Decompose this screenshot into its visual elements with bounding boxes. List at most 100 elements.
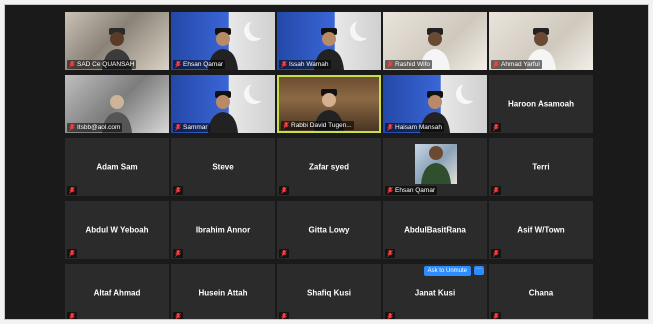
participant-tile[interactable]: Husein Attah [171, 264, 275, 319]
zoom-gallery-view: SAD Ce QUANSAH Ehsan Qamar Issah Wamah Rash… [4, 4, 649, 320]
participant-name-label: Haisam Mansah [395, 124, 442, 131]
muted-mic-icon [281, 313, 287, 319]
participant-name-label: Itsbb@aol.com [77, 124, 121, 131]
participant-name-center: Abdul W Yeboah [85, 225, 149, 235]
name-tag: Sammar [173, 123, 210, 132]
muted-mic-icon [281, 250, 287, 257]
participant-tile[interactable]: Rabbi David Tugen... [277, 75, 381, 133]
participant-name-label: Issah Wamah [289, 61, 329, 68]
crescent-moon-graphic [355, 18, 375, 38]
muted-mic-icon [493, 61, 499, 68]
muted-mic-icon [387, 250, 393, 257]
muted-mic-icon [281, 187, 287, 194]
participant-name-center: Steve [212, 162, 234, 172]
name-tag [491, 312, 501, 319]
participant-name-label: Sammar [183, 124, 208, 131]
muted-mic-icon [175, 313, 181, 319]
muted-mic-icon [175, 187, 181, 194]
participant-tile[interactable]: Zafar syed [277, 138, 381, 196]
muted-mic-icon [69, 61, 75, 68]
participant-tile[interactable]: SAD Ce QUANSAH [65, 12, 169, 70]
muted-mic-icon [387, 124, 393, 131]
participant-tile[interactable]: Altaf Ahmad [65, 264, 169, 319]
participant-tile[interactable]: Ahmad Yarful [489, 12, 593, 70]
name-tag: Rashid Wifo [385, 60, 433, 69]
participant-name-center: Chana [528, 288, 554, 298]
crescent-moon-graphic [461, 81, 481, 101]
participant-video-person [421, 146, 451, 184]
muted-mic-icon [387, 313, 393, 319]
participant-tile[interactable]: Rashid Wifo [383, 12, 487, 70]
name-tag: Rabbi David Tugen... [281, 121, 354, 130]
participant-tile[interactable]: Terri [489, 138, 593, 196]
participant-tile[interactable]: Chana [489, 264, 593, 319]
muted-mic-icon [69, 124, 75, 131]
name-tag [385, 312, 395, 319]
ask-to-unmute-button[interactable]: Ask to Unmute [423, 266, 471, 276]
participant-tile[interactable]: Sammar [171, 75, 275, 133]
muted-mic-icon [69, 250, 75, 257]
participant-name-center: Adam Sam [96, 162, 138, 172]
participant-name-label: Ehsan Qamar [183, 61, 224, 68]
participant-name-center: Haroon Asamoah [508, 99, 574, 109]
name-tag [491, 186, 501, 195]
participant-tile[interactable]: Adam Sam [65, 138, 169, 196]
muted-mic-icon [69, 187, 75, 194]
participant-tile[interactable]: Gitta Lowy [277, 201, 381, 259]
participant-name-center: Ibrahim Annor [195, 225, 251, 235]
participant-tile[interactable]: Ehsan Qamar [171, 12, 275, 70]
muted-mic-icon [493, 187, 499, 194]
participant-tile[interactable]: Shafiq Kusi [277, 264, 381, 319]
participant-tile[interactable]: Ibrahim Annor [171, 201, 275, 259]
participant-tile[interactable]: Haisam Mansah [383, 75, 487, 133]
participant-tile[interactable]: Abdul W Yeboah [65, 201, 169, 259]
name-tag: Haisam Mansah [385, 123, 444, 132]
name-tag: Ehsan Qamar [385, 186, 438, 195]
participant-name-label: Ehsan Qamar [395, 187, 436, 194]
muted-mic-icon [175, 250, 181, 257]
name-tag [385, 249, 395, 258]
name-tag [491, 123, 501, 132]
participant-name-center: Janat Kusi [414, 288, 456, 298]
more-options-button[interactable]: ··· [474, 266, 484, 275]
name-tag [67, 186, 77, 195]
participant-tile[interactable]: Haroon Asamoah [489, 75, 593, 133]
participant-name-center: Asif W/Town [517, 225, 565, 235]
muted-mic-icon [283, 122, 289, 129]
profile-picture [415, 144, 457, 184]
muted-mic-icon [69, 313, 75, 319]
participant-name-center: Husein Attah [198, 288, 248, 298]
name-tag [279, 312, 289, 319]
participant-name-center: Shafiq Kusi [306, 288, 351, 298]
participant-name-label: Rashid Wifo [395, 61, 431, 68]
name-tag [67, 249, 77, 258]
name-tag [491, 249, 501, 258]
name-tag [173, 249, 183, 258]
participant-name-center: Gitta Lowy [308, 225, 350, 235]
muted-mic-icon [493, 124, 499, 131]
participant-tile[interactable]: Asif W/Town [489, 201, 593, 259]
name-tag [173, 312, 183, 319]
name-tag [279, 186, 289, 195]
name-tag: Itsbb@aol.com [67, 123, 123, 132]
muted-mic-icon [493, 313, 499, 319]
participant-tile[interactable]: Itsbb@aol.com [65, 75, 169, 133]
muted-mic-icon [175, 124, 181, 131]
name-tag: Issah Wamah [279, 60, 331, 69]
participant-video-person [208, 91, 238, 133]
name-tag [279, 249, 289, 258]
participant-tile[interactable]: Steve [171, 138, 275, 196]
muted-mic-icon [281, 61, 287, 68]
participant-name-center: Terri [532, 162, 550, 172]
name-tag: SAD Ce QUANSAH [67, 60, 137, 69]
participant-name-label: Rabbi David Tugen... [291, 122, 352, 129]
participant-name-center: AbdulBasitRana [404, 225, 466, 235]
participant-name-label: SAD Ce QUANSAH [77, 61, 135, 68]
participant-tile[interactable]: Issah Wamah [277, 12, 381, 70]
participant-name-label: Ahmad Yarful [501, 61, 540, 68]
crescent-moon-graphic [249, 81, 269, 101]
muted-mic-icon [387, 61, 393, 68]
participant-tile[interactable]: Janat Kusi Ask to Unmute ··· [383, 264, 487, 319]
participant-tile[interactable]: AbdulBasitRana [383, 201, 487, 259]
participant-tile[interactable]: Ehsan Qamar [383, 138, 487, 196]
